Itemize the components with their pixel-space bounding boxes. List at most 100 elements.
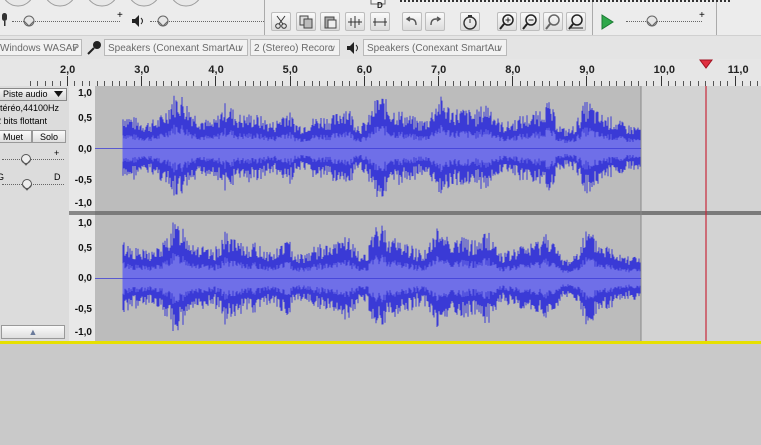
audio-host-select[interactable]: Windows WASAP ∨: [0, 39, 82, 56]
ruler-tick-label: 5,0: [282, 64, 298, 76]
empty-area: [641, 86, 761, 211]
speaker-icon: [347, 42, 358, 54]
amplitude-ruler: 1,0 0,5 0,0 -0,5 -1,0 1,0 0,5 0,0 -0,5 -…: [69, 86, 96, 342]
cut-tool-button[interactable]: [271, 12, 291, 31]
recording-device-value: Speakers (Conexant SmartAu: [108, 43, 241, 54]
ruler-tick: [215, 76, 217, 86]
gain-slider[interactable]: [20, 153, 32, 166]
mic-volume-plus: +: [117, 10, 123, 21]
ruler-tick-label: 11,0: [727, 64, 749, 76]
amplitude-label: -0,5: [74, 304, 92, 315]
chevron-down-icon: ∨: [71, 43, 78, 53]
zoom-selection-icon: [545, 13, 560, 30]
gain-track: [2, 159, 64, 161]
ruler-tick-label: 9,0: [579, 64, 595, 76]
playback-volume-slider[interactable]: [156, 14, 170, 28]
fit-project-button[interactable]: [566, 12, 586, 31]
pan-left-label: G: [0, 172, 5, 182]
transport-buttons[interactable]: [0, 0, 270, 10]
solo-button[interactable]: Solo: [32, 130, 66, 143]
paste-icon: [324, 16, 337, 28]
playback-device-value: Speakers (Conexant SmartAu: [367, 43, 500, 54]
zoom-in-icon: [499, 13, 514, 30]
device-toolbar: Windows WASAP ∨ Speakers (Conexant SmartA…: [0, 35, 761, 61]
scissors-icon: [275, 15, 287, 29]
ruler-tick-label: 2,0: [60, 64, 76, 76]
ruler-tick-label: 10,0: [653, 64, 676, 76]
zoom-out-icon: [522, 13, 537, 30]
trim-button[interactable]: [345, 12, 365, 31]
play-speed-plus: +: [699, 10, 705, 21]
microphone-icon: [2, 13, 7, 26]
track-name: Piste audio: [3, 89, 48, 99]
mic-volume-slider[interactable]: [22, 14, 36, 28]
mute-label: Muet: [2, 132, 23, 142]
gain-plus-label: +: [54, 148, 60, 158]
paste-button[interactable]: [320, 12, 340, 31]
toolbar-separator: [264, 0, 265, 35]
amplitude-label: 1,0: [78, 218, 92, 229]
track-control-panel: Piste audio Stéréo,44100Hz 32 bits flott…: [0, 86, 70, 342]
ruler-tick-label: 3,0: [134, 64, 150, 76]
undo-button[interactable]: [402, 12, 422, 31]
recording-channels-value: 2 (Stereo) Recorc: [254, 43, 333, 54]
pan-track: [2, 184, 64, 186]
copy-button[interactable]: [296, 12, 316, 31]
svg-text:D: D: [377, 1, 383, 10]
amplitude-label: -1,0: [74, 198, 92, 209]
collapse-track-button[interactable]: ▲: [1, 325, 65, 339]
speaker-icon: [132, 15, 143, 27]
ruler-tick: [67, 76, 68, 86]
channel-divider: [69, 211, 95, 215]
fit-selection-button[interactable]: [543, 12, 563, 31]
redo-icon: [430, 15, 442, 25]
meter-scale: [400, 0, 730, 6]
audio-host-value: Windows WASAP: [0, 43, 80, 54]
recording-device-select[interactable]: Speakers (Conexant SmartAu ∨: [104, 39, 248, 56]
ruler-tick-label: 7,0: [431, 64, 447, 76]
playhead-marker-icon[interactable]: [699, 59, 713, 69]
zoom-in-button[interactable]: [497, 12, 517, 31]
playback-device-select[interactable]: Speakers (Conexant SmartAu ∨: [363, 39, 507, 56]
timer-icon: [463, 14, 477, 30]
ruler-tick: [438, 76, 439, 86]
track-format-rate: Stéréo,44100Hz: [0, 103, 60, 113]
ruler-tick-label: 6,0: [356, 64, 373, 76]
track-format-bits: 32 bits flottant: [0, 116, 48, 126]
waveform-display[interactable]: [95, 86, 761, 342]
ruler-tick: [512, 76, 514, 86]
amplitude-label: 0,0: [78, 273, 92, 284]
zoom-out-button[interactable]: [520, 12, 540, 31]
trim-audio-icon: [348, 15, 362, 28]
zoom-fit-icon: [568, 13, 583, 30]
track-name-menu[interactable]: Piste audio: [0, 88, 67, 101]
play-speed-slider[interactable]: [645, 14, 659, 28]
ruler-tick-label: 4,0: [208, 64, 224, 76]
amplitude-label: 1,0: [78, 88, 92, 99]
recording-channels-select[interactable]: 2 (Stereo) Recorc ∨: [250, 39, 340, 56]
chevron-down-icon: ∨: [237, 43, 244, 53]
pan-slider[interactable]: [21, 178, 33, 191]
chevron-down-icon: ∨: [496, 43, 503, 53]
timeline-ruler[interactable]: 2,0 3,0 4,0 5,0 6,0 7,0 8,0 9,0 10,0 11,0: [0, 59, 761, 87]
undo-icon: [405, 15, 417, 25]
dropdown-arrow-icon: [54, 91, 63, 97]
ruler-tick: [363, 76, 365, 86]
microphone-icon: [87, 41, 101, 55]
ruler-tick: [734, 76, 736, 86]
amplitude-label: 0,5: [78, 243, 92, 254]
empty-area: [641, 215, 761, 342]
chevron-down-icon: ∨: [329, 43, 336, 53]
redo-button[interactable]: [425, 12, 445, 31]
silence-audio-icon: [373, 17, 387, 26]
mute-button[interactable]: Muet: [0, 130, 32, 143]
ruler-tick: [289, 76, 291, 86]
amplitude-label: 0,5: [78, 113, 92, 124]
sync-lock-button[interactable]: [460, 12, 480, 31]
channel-divider: [95, 211, 761, 215]
silence-button[interactable]: [370, 12, 390, 31]
ruler-tick-label: 8,0: [505, 64, 521, 76]
play-at-speed-icon[interactable]: [599, 14, 615, 30]
empty-track-area[interactable]: [0, 344, 761, 445]
sync-lock-icon[interactable]: D: [368, 0, 388, 10]
